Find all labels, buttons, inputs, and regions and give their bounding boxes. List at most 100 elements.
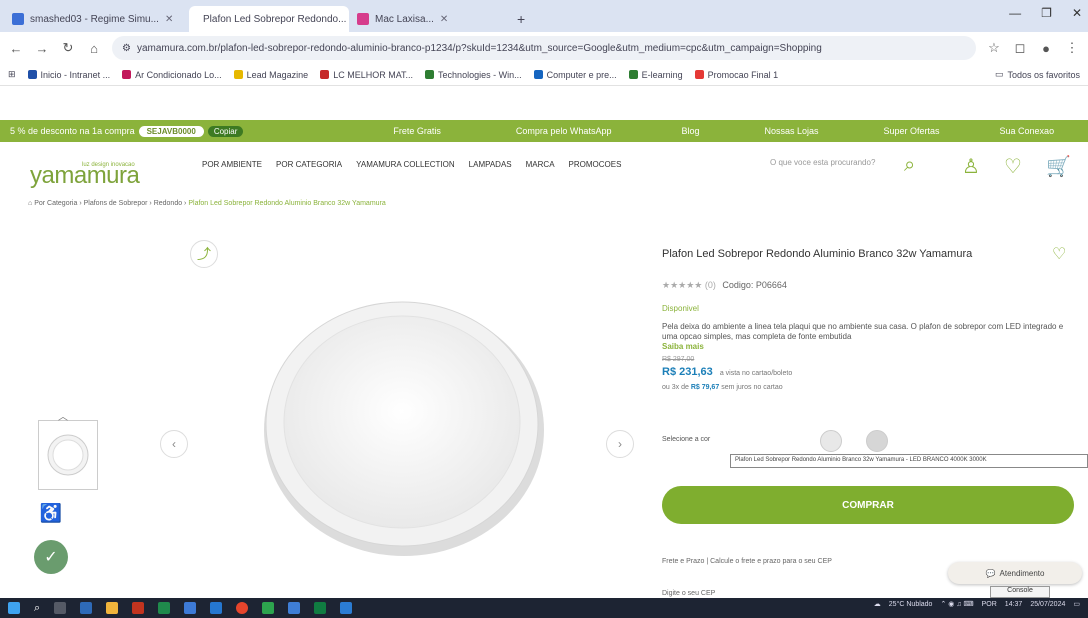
taskbar-app-icon[interactable] bbox=[132, 602, 145, 614]
nav-marca[interactable]: MARCA bbox=[526, 160, 555, 169]
promo-link[interactable]: Nossas Lojas bbox=[764, 126, 818, 136]
browser-tab[interactable]: Mac Laxisa... ✕ bbox=[349, 6, 509, 32]
bookmark-item[interactable]: LC MELHOR MAT... bbox=[320, 70, 413, 80]
taskbar-app-icon[interactable] bbox=[262, 602, 275, 614]
url-field[interactable]: ⚙ yamamura.com.br/plafon-led-sobrepor-re… bbox=[112, 36, 976, 60]
taskbar-app-icon[interactable] bbox=[288, 602, 301, 614]
tab-favicon bbox=[357, 13, 369, 25]
cart-icon[interactable]: 🛒 bbox=[1046, 154, 1071, 179]
current-price: R$ 231,63 bbox=[662, 366, 713, 378]
shipping-info: Frete e Prazo | Calcule o frete e prazo … bbox=[662, 558, 832, 565]
browser-tab[interactable]: smashed03 - Regime Simu... ✕ bbox=[4, 6, 189, 32]
bookmark-favicon bbox=[233, 70, 243, 79]
bookmark-favicon bbox=[425, 70, 435, 79]
thumb-up-arrow-icon[interactable]: ︿ bbox=[58, 408, 68, 423]
clock-date[interactable]: 25/07/2024 bbox=[1030, 601, 1065, 608]
nav-yamamura-collection[interactable]: YAMAMURA COLLECTION bbox=[356, 160, 455, 169]
wishlist-heart-icon[interactable]: ♡ bbox=[1004, 154, 1022, 179]
browser-tab-active[interactable]: Plafon Led Sobrepor Redondo... ✕ bbox=[189, 6, 349, 32]
taskbar-app-icon[interactable] bbox=[80, 602, 93, 614]
taskbar-app-icon[interactable] bbox=[158, 602, 171, 614]
bookmark-item[interactable]: Lead Magazine bbox=[233, 70, 308, 80]
tab-label: Mac Laxisa... bbox=[375, 13, 434, 25]
search-input[interactable]: O que voce esta procurando? bbox=[770, 158, 875, 167]
search-icon[interactable]: ⌕ bbox=[904, 154, 915, 177]
read-more-link[interactable]: Saiba mais bbox=[662, 342, 1072, 352]
breadcrumb-item[interactable]: Plafons de Sobrepor bbox=[84, 200, 148, 207]
promo-link[interactable]: Compra pelo WhatsApp bbox=[516, 126, 612, 136]
bookmark-item[interactable]: Computer e pre... bbox=[533, 69, 617, 80]
close-icon[interactable]: ✕ bbox=[165, 14, 173, 25]
address-bar: ← → ↻ ⌂ ⚙ yamamura.com.br/plafon-led-sob… bbox=[0, 32, 1088, 64]
new-tab-button[interactable]: + bbox=[509, 6, 533, 32]
taskbar-app-icon[interactable] bbox=[210, 602, 223, 614]
forward-icon[interactable]: → bbox=[34, 41, 50, 56]
bookmark-item[interactable]: Promocao Final 1 bbox=[694, 69, 779, 80]
apps-icon[interactable]: ⊞ bbox=[8, 69, 16, 80]
bookmark-star-icon[interactable]: ☆ bbox=[986, 40, 1002, 56]
taskbar-app-icon[interactable] bbox=[314, 602, 327, 614]
notifications-icon[interactable]: ▭ bbox=[1073, 600, 1080, 608]
taskbar-app-icon[interactable] bbox=[184, 602, 197, 614]
buy-button[interactable]: COMPRAR bbox=[662, 486, 1074, 524]
close-window-icon[interactable]: ✕ bbox=[1072, 6, 1082, 20]
reload-icon[interactable]: ↻ bbox=[60, 40, 76, 56]
home-icon[interactable]: ⌂ bbox=[86, 41, 102, 56]
accessibility-icon[interactable]: ♿ bbox=[36, 498, 66, 528]
chrome-icon[interactable] bbox=[236, 602, 249, 614]
gallery-prev-arrow[interactable]: ‹ bbox=[160, 430, 188, 458]
search-icon[interactable]: ⌕ bbox=[34, 602, 40, 615]
clock-time[interactable]: 14:37 bbox=[1005, 601, 1023, 608]
promo-link[interactable]: Sua Conexao bbox=[1000, 126, 1055, 136]
weather-text[interactable]: 25°C Nublado bbox=[889, 601, 933, 608]
taskbar-app-icon[interactable] bbox=[340, 602, 353, 614]
favorite-heart-icon[interactable]: ♡ bbox=[1052, 244, 1066, 264]
installments-prefix: ou 3x de bbox=[662, 384, 689, 391]
minimize-icon[interactable]: — bbox=[1009, 6, 1021, 20]
chat-icon: 💬 bbox=[985, 568, 996, 578]
cep-field[interactable]: Digite o seu CEP bbox=[662, 590, 715, 597]
rating-stars: ★★★★★ bbox=[662, 280, 703, 290]
language-indicator[interactable]: POR bbox=[982, 601, 997, 608]
start-icon[interactable] bbox=[8, 602, 20, 614]
close-icon[interactable]: ✕ bbox=[440, 14, 448, 25]
thumbnail[interactable] bbox=[38, 420, 98, 490]
share-icon[interactable]: ⤴ bbox=[190, 240, 218, 268]
extensions-icon[interactable]: ◻ bbox=[1012, 40, 1028, 56]
bookmark-item[interactable]: Inicio - Intranet ... bbox=[27, 70, 110, 80]
promo-link[interactable]: Frete Gratis bbox=[393, 126, 441, 136]
promo-link[interactable]: Super Ofertas bbox=[884, 126, 940, 136]
bookmark-item[interactable]: Technologies - Win... bbox=[425, 70, 522, 80]
chat-label: Atendimento bbox=[999, 568, 1045, 578]
bookmark-item[interactable]: Ar Condicionado Lo... bbox=[122, 70, 222, 80]
breadcrumb-item[interactable]: Por Categoria bbox=[34, 200, 77, 207]
home-icon[interactable]: ⌂ bbox=[28, 200, 32, 207]
bookmark-label: Computer e pre... bbox=[546, 69, 617, 80]
bookmark-label: Promocao Final 1 bbox=[707, 69, 779, 80]
nav-lampadas[interactable]: LAMPADAS bbox=[469, 160, 512, 169]
breadcrumb: ⌂ Por Categoria › Plafons de Sobrepor › … bbox=[28, 200, 386, 207]
nav-por-ambiente[interactable]: POR AMBIENTE bbox=[202, 160, 262, 169]
user-icon[interactable]: ♙ bbox=[962, 154, 980, 179]
maximize-icon[interactable]: ❐ bbox=[1041, 6, 1052, 20]
menu-icon[interactable]: ⋮ bbox=[1064, 40, 1080, 56]
nav-promocoes[interactable]: PROMOCOES bbox=[569, 160, 622, 169]
nav-por-categoria[interactable]: POR CATEGORIA bbox=[276, 160, 342, 169]
back-icon[interactable]: ← bbox=[8, 41, 24, 56]
chat-button[interactable]: 💬 Atendimento bbox=[948, 562, 1082, 584]
bookmark-item[interactable]: E-learning bbox=[628, 70, 683, 80]
logo-tagline: luz design inovacao bbox=[82, 162, 135, 168]
copy-coupon-button[interactable]: Copiar bbox=[207, 125, 244, 137]
promo-link[interactable]: Blog bbox=[681, 126, 699, 136]
breadcrumb-item[interactable]: Redondo bbox=[154, 200, 182, 207]
gallery-next-arrow[interactable]: › bbox=[606, 430, 634, 458]
cookie-settings-icon[interactable]: ✓ bbox=[34, 540, 68, 574]
task-view-icon[interactable] bbox=[54, 602, 67, 614]
all-bookmarks[interactable]: ▭ Todos os favoritos bbox=[995, 69, 1080, 80]
site-info-icon[interactable]: ⚙ bbox=[122, 43, 131, 54]
profile-icon[interactable]: ● bbox=[1038, 41, 1054, 56]
color-swatch[interactable] bbox=[820, 430, 842, 452]
taskbar-app-icon[interactable] bbox=[106, 602, 119, 614]
color-swatch[interactable] bbox=[866, 430, 888, 452]
tray-icons[interactable]: ⌃ ◉ ♫ ⌨ bbox=[940, 600, 973, 608]
